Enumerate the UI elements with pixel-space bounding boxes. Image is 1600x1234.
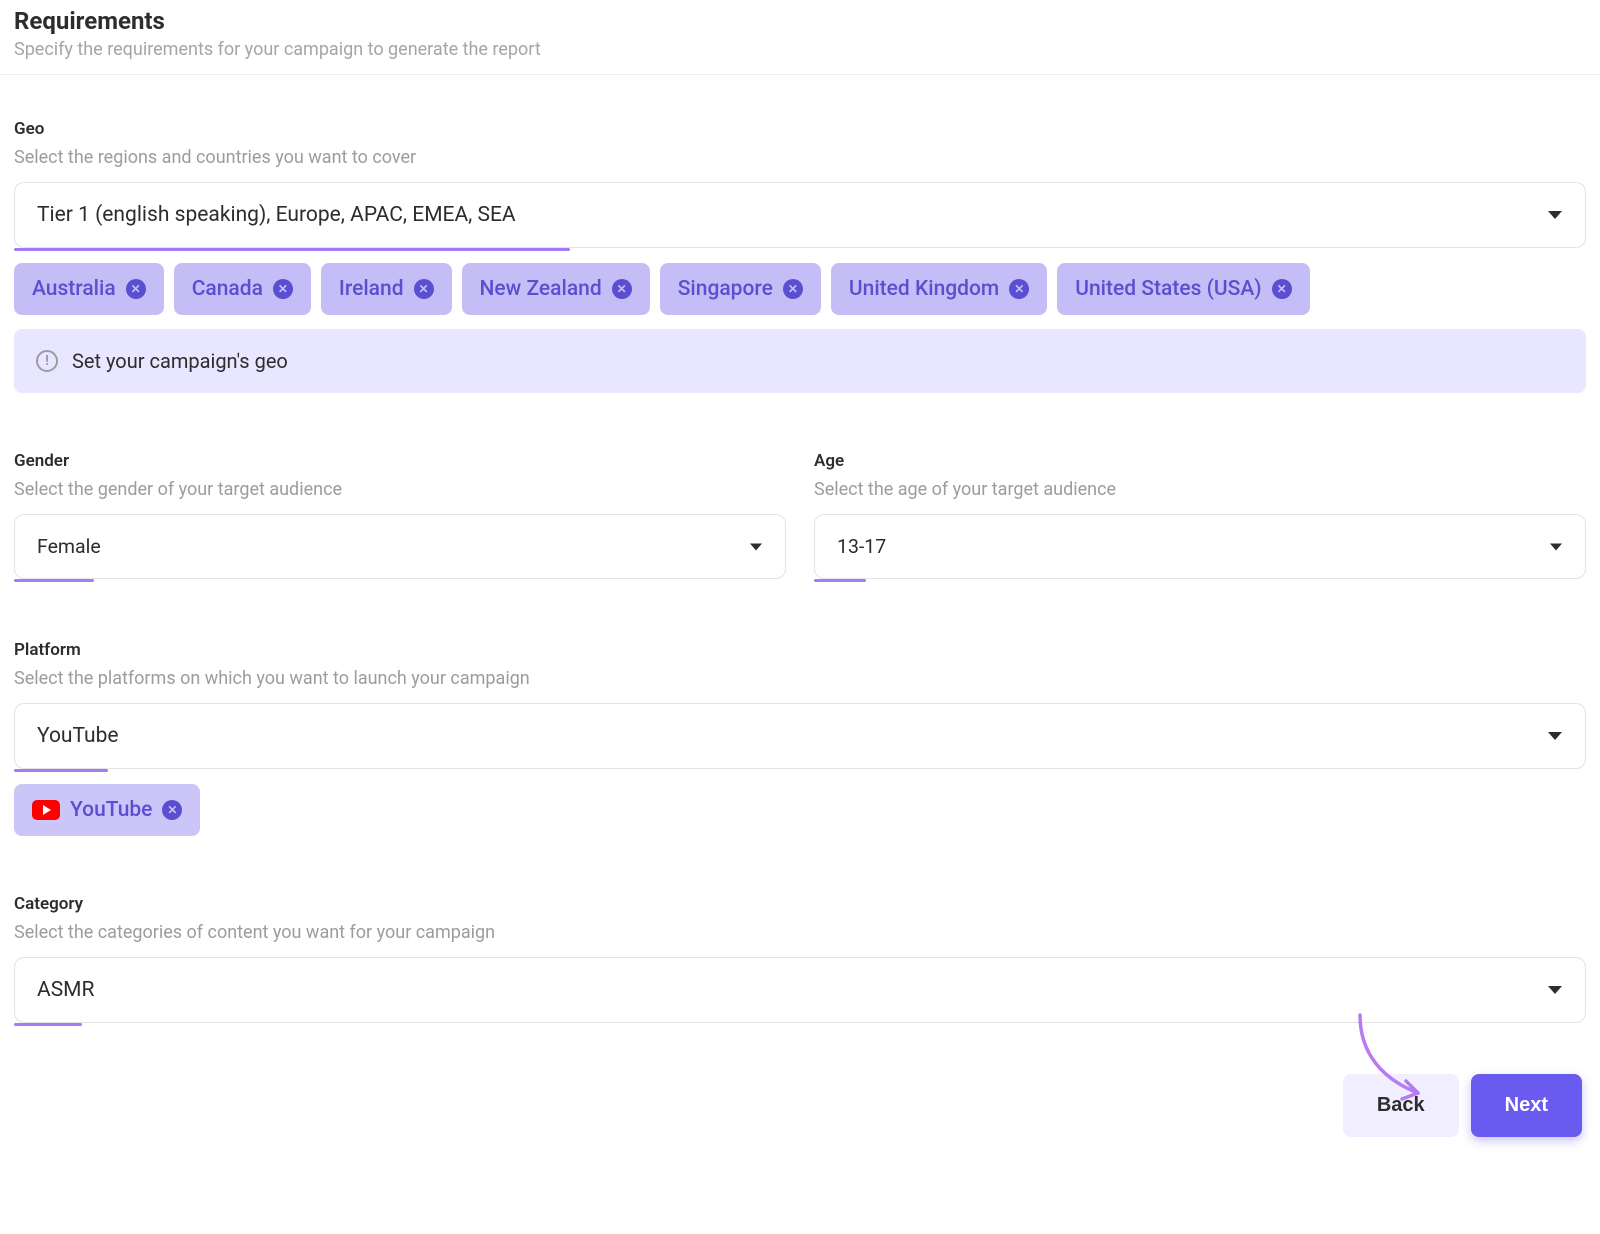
- platform-underline: [14, 769, 108, 772]
- category-underline: [14, 1023, 82, 1026]
- footer-actions: Back Next: [14, 1074, 1586, 1137]
- platform-select-value[interactable]: YouTube: [14, 703, 1586, 769]
- geo-chip-label: Singapore: [678, 277, 773, 301]
- close-icon[interactable]: [1272, 279, 1292, 299]
- geo-chip: United States (USA): [1057, 263, 1309, 315]
- chevron-down-icon: [1548, 211, 1562, 219]
- geo-select[interactable]: Tier 1 (english speaking), Europe, APAC,…: [14, 182, 1586, 248]
- youtube-icon: [32, 800, 60, 820]
- platform-section: Platform Select the platforms on which y…: [14, 640, 1586, 836]
- geo-section: Geo Select the regions and countries you…: [14, 119, 1586, 393]
- platform-label: Platform: [14, 640, 1586, 660]
- geo-info-text: Set your campaign's geo: [72, 349, 288, 373]
- geo-chip: United Kingdom: [831, 263, 1047, 315]
- platform-chips-row: YouTube: [14, 784, 1586, 836]
- header-divider: [0, 74, 1600, 75]
- platform-select[interactable]: YouTube: [14, 703, 1586, 769]
- platform-chip-youtube: YouTube: [14, 784, 200, 836]
- close-icon[interactable]: [783, 279, 803, 299]
- geo-info-banner: Set your campaign's geo: [14, 329, 1586, 393]
- geo-sub: Select the regions and countries you wan…: [14, 147, 1586, 168]
- category-sub: Select the categories of content you wan…: [14, 922, 1586, 943]
- chevron-down-icon: [1550, 543, 1562, 550]
- gender-select-value[interactable]: Female: [14, 514, 786, 579]
- page-title: Requirements: [14, 7, 1586, 35]
- chevron-down-icon: [750, 543, 762, 550]
- geo-chip-label: Canada: [192, 277, 263, 301]
- geo-underline: [14, 248, 570, 251]
- chevron-down-icon: [1548, 986, 1562, 994]
- close-icon[interactable]: [414, 279, 434, 299]
- geo-chip: New Zealand: [462, 263, 650, 315]
- geo-chip: Ireland: [321, 263, 452, 315]
- chevron-down-icon: [1548, 732, 1562, 740]
- close-icon[interactable]: [612, 279, 632, 299]
- category-select[interactable]: ASMR: [14, 957, 1586, 1023]
- back-button[interactable]: Back: [1343, 1074, 1459, 1137]
- close-icon[interactable]: [162, 800, 182, 820]
- category-select-value[interactable]: ASMR: [14, 957, 1586, 1023]
- gender-label: Gender: [14, 451, 786, 471]
- age-select[interactable]: 13-17: [814, 514, 1586, 579]
- info-icon: [36, 350, 58, 372]
- age-label: Age: [814, 451, 1586, 471]
- age-underline: [814, 579, 866, 582]
- category-section: Category Select the categories of conten…: [14, 894, 1586, 1026]
- close-icon[interactable]: [126, 279, 146, 299]
- geo-chip: Canada: [174, 263, 311, 315]
- category-label: Category: [14, 894, 1586, 914]
- platform-sub: Select the platforms on which you want t…: [14, 668, 1586, 689]
- age-sub: Select the age of your target audience: [814, 479, 1586, 500]
- close-icon[interactable]: [1009, 279, 1029, 299]
- geo-chips-row: Australia Canada Ireland New Zealand Singapo…: [14, 263, 1586, 315]
- age-section: Age Select the age of your target audien…: [814, 451, 1586, 582]
- geo-chip-label: United States (USA): [1075, 277, 1261, 301]
- next-button[interactable]: Next: [1471, 1074, 1582, 1137]
- gender-sub: Select the gender of your target audienc…: [14, 479, 786, 500]
- geo-select-value[interactable]: Tier 1 (english speaking), Europe, APAC,…: [14, 182, 1586, 248]
- age-select-value[interactable]: 13-17: [814, 514, 1586, 579]
- gender-section: Gender Select the gender of your target …: [14, 451, 786, 582]
- geo-chip: Australia: [14, 263, 164, 315]
- geo-label: Geo: [14, 119, 1586, 139]
- geo-chip: Singapore: [660, 263, 821, 315]
- gender-select[interactable]: Female: [14, 514, 786, 579]
- page-subtitle: Specify the requirements for your campai…: [14, 39, 1586, 60]
- geo-chip-label: Australia: [32, 277, 116, 301]
- gender-underline: [14, 579, 94, 582]
- geo-chip-label: United Kingdom: [849, 277, 999, 301]
- page-header: Requirements Specify the requirements fo…: [14, 7, 1586, 74]
- platform-chip-label: YouTube: [70, 798, 152, 822]
- close-icon[interactable]: [273, 279, 293, 299]
- geo-chip-label: New Zealand: [480, 277, 602, 301]
- geo-chip-label: Ireland: [339, 277, 404, 301]
